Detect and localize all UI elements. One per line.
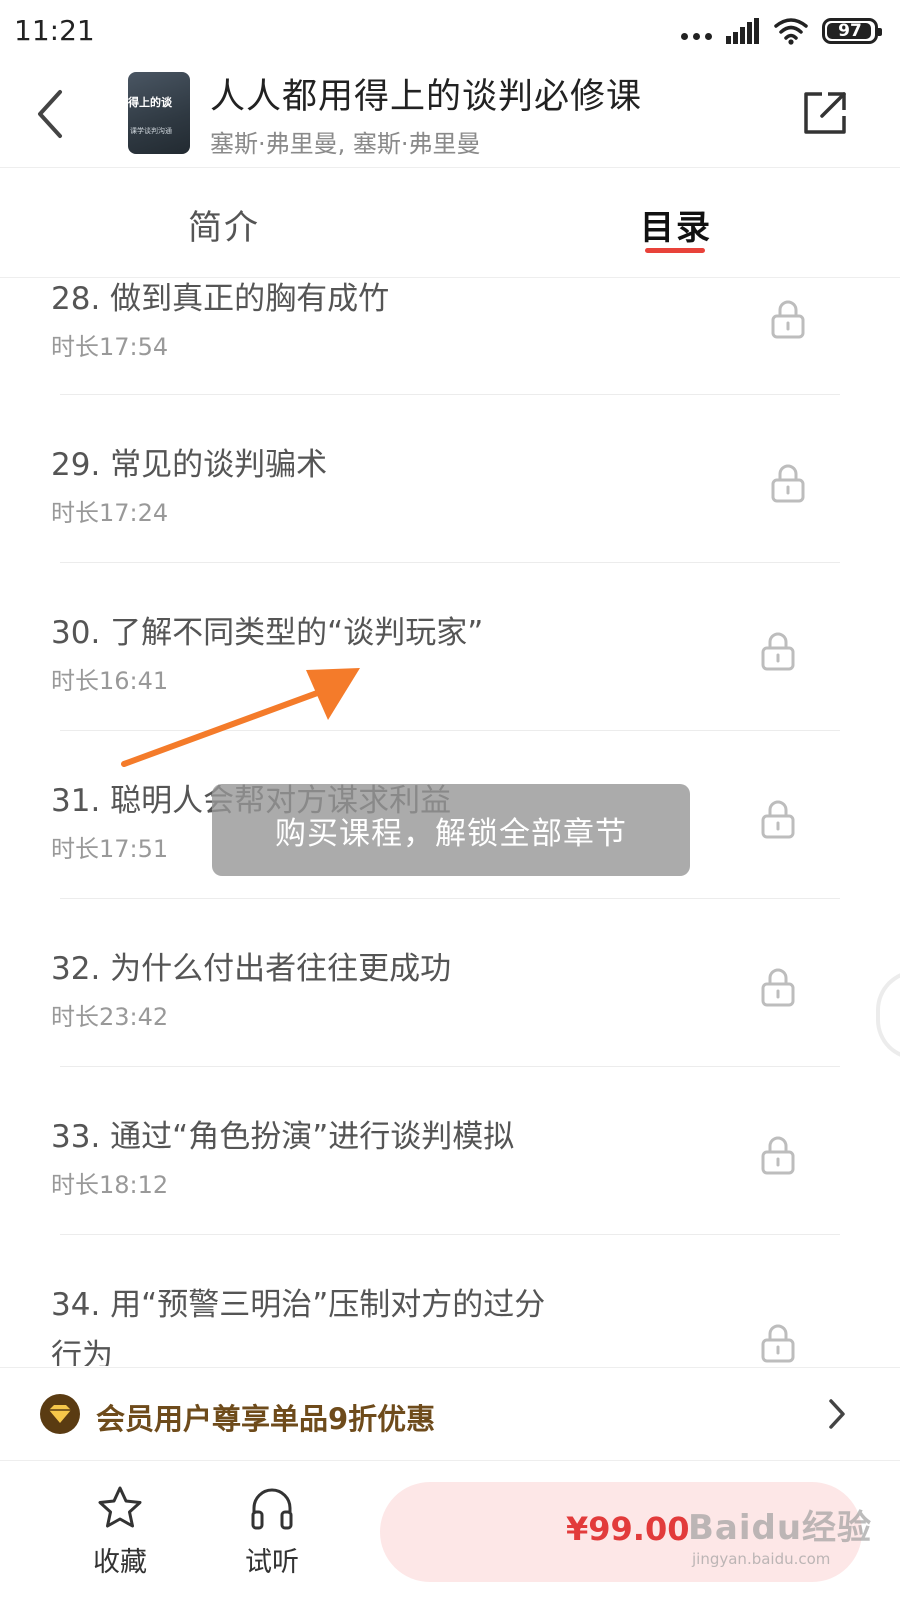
lesson-item-34[interactable]: 34. 用“预警三明治”压制对方的过分 行为 (0, 1235, 900, 1366)
lesson-duration: 时长17:51 (51, 835, 169, 863)
lock-icon (761, 1324, 795, 1363)
vip-diamond-icon (40, 1394, 80, 1434)
lesson-duration: 时长18:12 (51, 1171, 169, 1199)
lesson-title: 33. 通过“角色扮演”进行谈判模拟 (51, 1119, 515, 1155)
chevron-left-icon (38, 90, 62, 138)
status-time: 11:21 (14, 14, 95, 47)
cover-title-text: 得上的谈 (128, 96, 172, 109)
back-button[interactable] (26, 82, 82, 146)
tab-intro[interactable]: 简介 (188, 200, 260, 249)
lesson-title: 28. 做到真正的胸有成竹 (51, 281, 390, 317)
tab-bar: 简介 目录 (0, 168, 900, 278)
lock-icon (761, 968, 795, 1007)
lock-icon (761, 632, 795, 671)
status-icons: 97 (681, 14, 882, 48)
watermark-brand: Baidu经验 (688, 1508, 873, 1548)
lesson-duration: 时长23:42 (51, 1003, 169, 1031)
course-header: 得上的谈 课学谈判沟通 人人都用得上的谈判必修课 塞斯·弗里曼, 塞斯·弗里曼 (0, 60, 900, 168)
battery-icon: 97 (822, 18, 882, 44)
lock-icon (771, 300, 805, 339)
cover-subtitle-text: 课学谈判沟通 (130, 127, 172, 135)
course-authors: 塞斯·弗里曼, 塞斯·弗里曼 (210, 130, 481, 158)
lesson-title: 34. 用“预警三明治”压制对方的过分 行为 (51, 1279, 545, 1366)
favorite-label: 收藏 (93, 1547, 147, 1578)
trial-listen-label: 试听 (245, 1547, 299, 1578)
lesson-title-line-2: 行为 (51, 1338, 113, 1366)
status-bar: 11:21 97 (0, 0, 900, 60)
active-tab-indicator (645, 248, 705, 253)
share-button[interactable] (800, 88, 850, 138)
lesson-item-32[interactable]: 32. 为什么付出者往往更成功 时长23:42 (0, 899, 900, 1067)
lock-icon (761, 800, 795, 839)
lesson-item-33[interactable]: 33. 通过“角色扮演”进行谈判模拟 时长18:12 (0, 1067, 900, 1235)
lesson-duration: 时长17:54 (51, 333, 169, 361)
course-title: 人人都用得上的谈判必修课 (210, 77, 643, 117)
chevron-right-icon (829, 1399, 845, 1429)
lesson-duration: 时长17:24 (51, 499, 169, 527)
lesson-title: 30. 了解不同类型的“谈判玩家” (51, 615, 484, 651)
watermark-url: jingyan.baidu.com (692, 1550, 831, 1568)
share-icon (804, 92, 846, 134)
wifi-icon (774, 18, 808, 45)
member-discount-text: 会员用户尊享单品9折优惠 (96, 1402, 436, 1436)
lesson-title: 29. 常见的谈判骗术 (51, 447, 328, 483)
lesson-title: 32. 为什么付出者往往更成功 (51, 951, 452, 987)
member-discount-bar[interactable]: 会员用户尊享单品9折优惠 (0, 1367, 900, 1461)
baidu-watermark: Baidu经验 jingyan.baidu.com (688, 1500, 871, 1590)
unlock-toast: 购买课程，解锁全部章节 (212, 784, 690, 876)
favorite-button[interactable]: 收藏 (82, 1484, 158, 1584)
signal-icon (726, 18, 759, 44)
more-notifications-icon (681, 18, 712, 44)
battery-level: 97 (838, 21, 862, 41)
headphones-icon (251, 1488, 293, 1530)
star-icon (98, 1486, 142, 1528)
tab-catalog[interactable]: 目录 (640, 200, 712, 249)
trial-listen-button[interactable]: 试听 (234, 1484, 310, 1584)
lock-icon (761, 1136, 795, 1175)
course-cover-image: 得上的谈 课学谈判沟通 (128, 72, 190, 154)
price-text: ¥99.00 (566, 1510, 690, 1548)
lesson-item-28[interactable]: 28. 做到真正的胸有成竹 时长17:54 (0, 279, 900, 395)
lock-icon (771, 464, 805, 503)
annotation-arrow-icon (121, 668, 360, 767)
lesson-title-line-1: 34. 用“预警三明治”压制对方的过分 (51, 1287, 546, 1323)
lesson-item-29[interactable]: 29. 常见的谈判骗术 时长17:24 (0, 395, 900, 563)
